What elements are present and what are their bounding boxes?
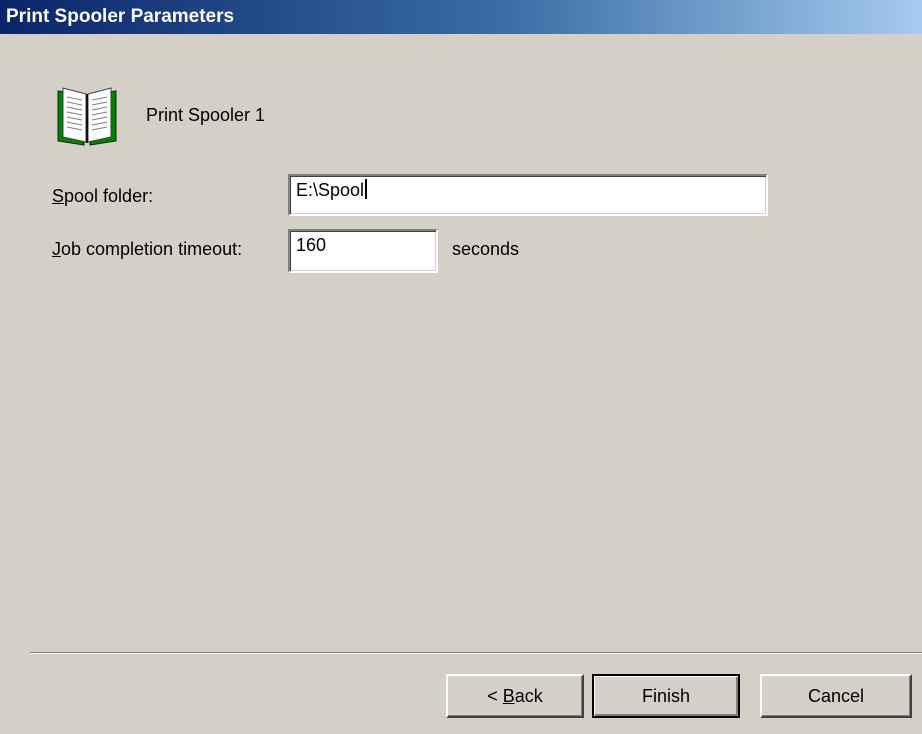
back-label-text: ack <box>514 686 543 706</box>
spool-folder-input[interactable]: E:\Spool <box>288 174 768 216</box>
button-separator <box>30 652 922 654</box>
open-book-icon <box>57 87 117 146</box>
back-button[interactable]: < Back <box>446 674 584 718</box>
window-title: Print Spooler Parameters <box>6 6 235 27</box>
title-bar: Print Spooler Parameters <box>0 0 922 34</box>
job-timeout-input[interactable]: 160 <box>288 229 438 273</box>
spool-folder-value: E:\Spool <box>296 180 365 200</box>
job-timeout-accel: J <box>52 239 61 259</box>
back-accel: B <box>502 686 515 706</box>
finish-button[interactable]: Finish <box>592 674 740 718</box>
wizard-window: Print Spooler Parameters Print Spooler 1… <box>0 0 922 734</box>
cancel-button[interactable]: Cancel <box>760 674 912 718</box>
timeout-units: seconds <box>452 239 520 259</box>
text-caret <box>365 179 368 199</box>
spool-folder-label-text: pool folder: <box>64 186 154 206</box>
spool-folder-accel: S <box>52 186 65 206</box>
spooler-name: Print Spooler 1 <box>146 105 266 125</box>
job-timeout-value: 160 <box>296 235 327 255</box>
spool-folder-label: Spool folder: <box>52 185 153 207</box>
job-timeout-label: Job completion timeout: <box>52 238 242 260</box>
job-timeout-label-text: ob completion timeout: <box>61 239 243 259</box>
back-prefix: < <box>487 686 503 706</box>
